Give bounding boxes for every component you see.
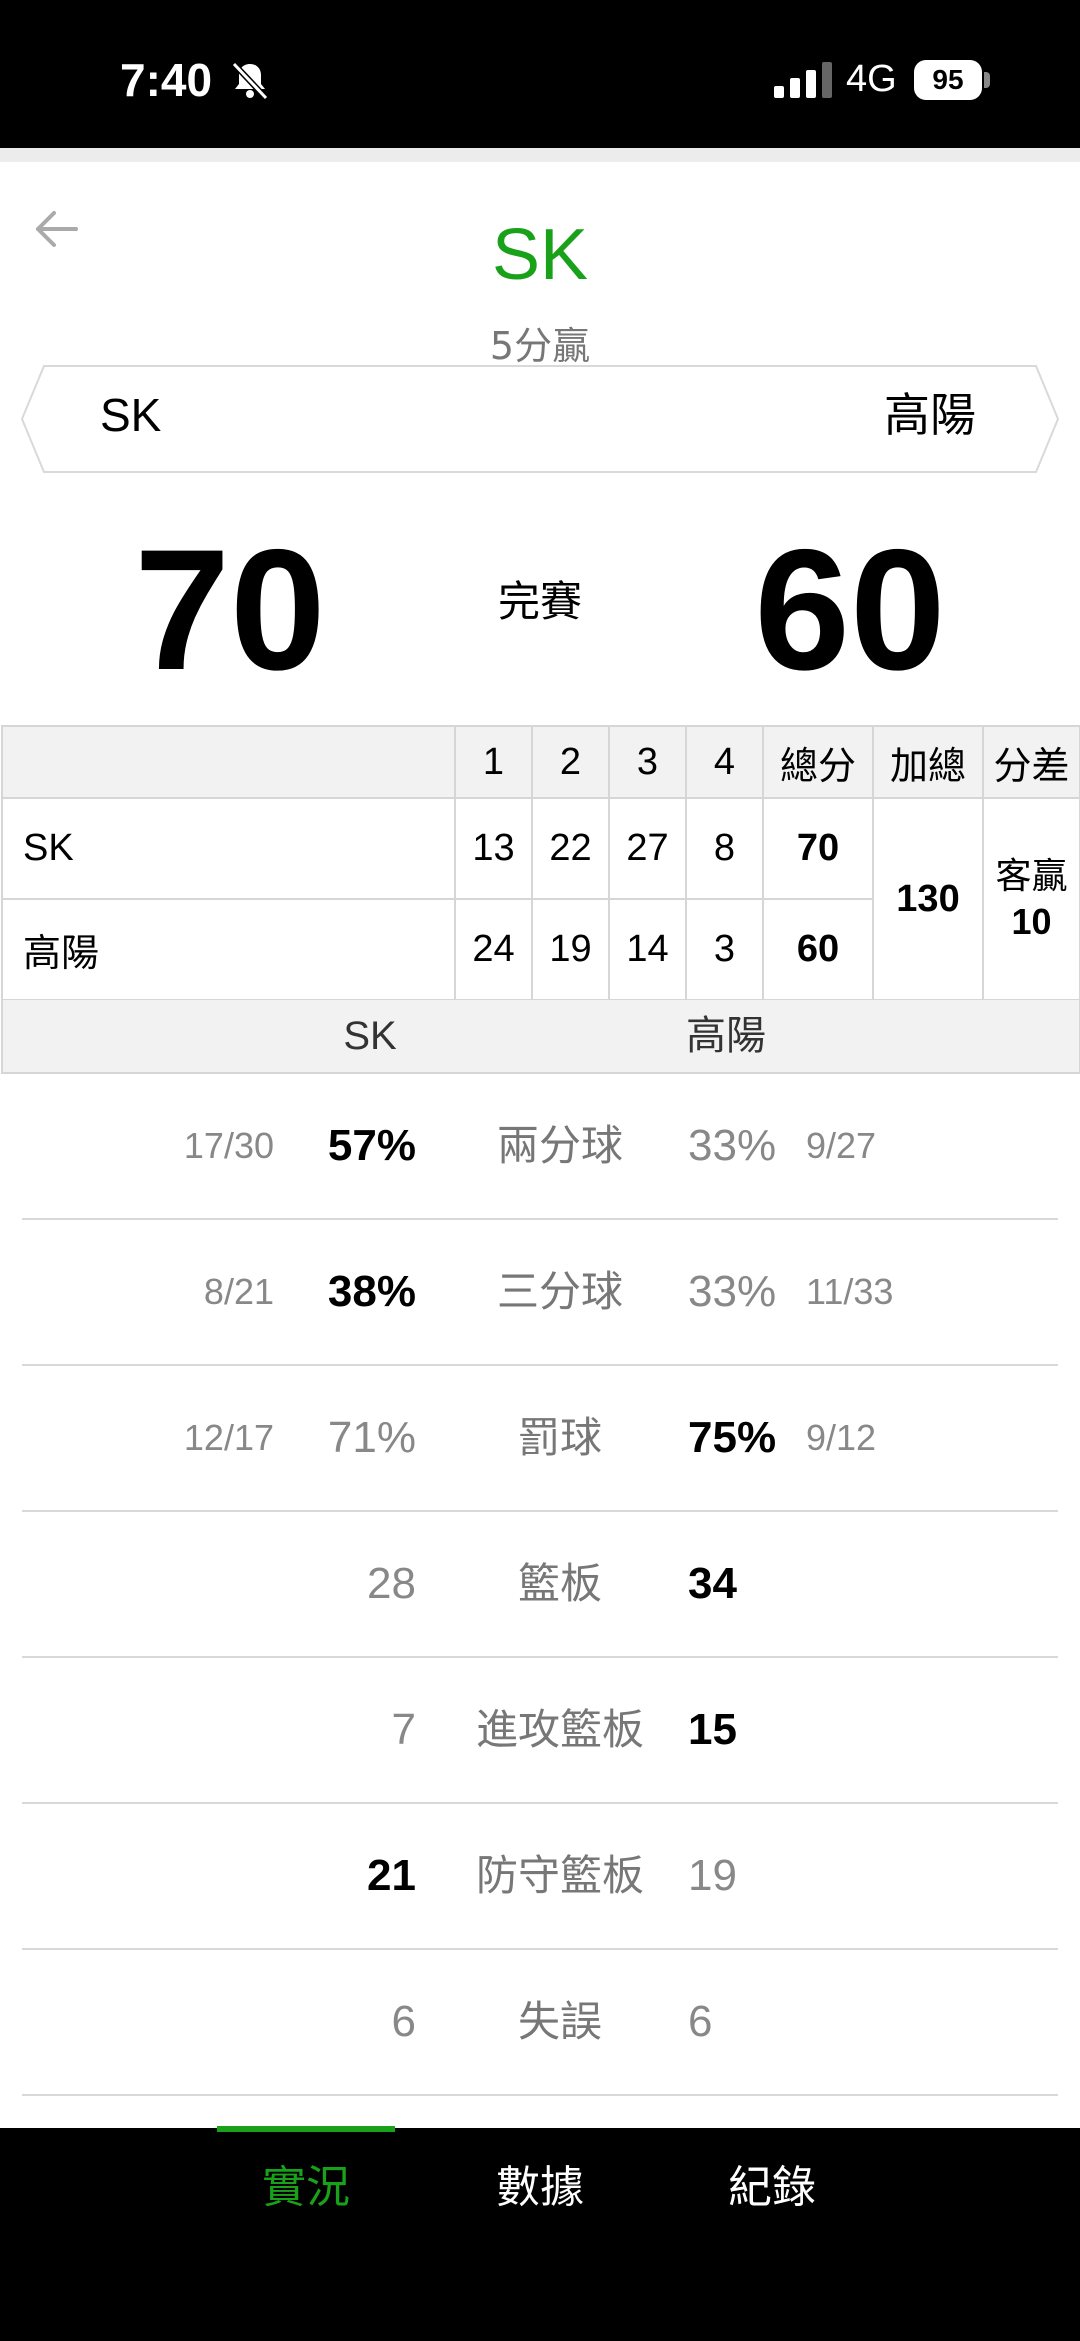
page-title: SK — [491, 215, 589, 295]
home-value: 71% — [327, 1413, 416, 1462]
away-value: 33% — [688, 1267, 777, 1316]
header-q1: 1 — [454, 725, 533, 799]
stat-row: 12/17 71% 罰球 75% 9/12 — [22, 1366, 1058, 1512]
stat-row: 28 籃板 34 — [22, 1512, 1058, 1658]
home-value: 21 — [367, 1851, 416, 1900]
quarter-score: 14 — [608, 898, 687, 1001]
home-fraction: 12/17 — [183, 1417, 274, 1458]
network-type: 4G — [846, 58, 897, 100]
matchup-home-team[interactable]: SK — [100, 384, 161, 446]
stats-away-team: 高陽 — [686, 1013, 766, 1059]
total-score: 70 — [762, 797, 874, 900]
home-value: 28 — [367, 1559, 416, 1608]
stat-label: 進攻籃板 — [475, 1705, 644, 1754]
team-name: 高陽 — [1, 898, 456, 1001]
stat-label: 三分球 — [496, 1267, 623, 1316]
stat-row: 17/30 57% 兩分球 33% 9/27 — [22, 1074, 1058, 1220]
stats-home-team: SK — [343, 1014, 397, 1058]
away-value: 34 — [688, 1559, 737, 1608]
diff-cell: 客贏 10 — [982, 797, 1080, 1001]
quarter-score: 13 — [454, 797, 533, 900]
away-fraction: 9/27 — [806, 1125, 877, 1166]
status-time: 7:40 — [120, 54, 213, 106]
away-value: 19 — [688, 1851, 737, 1900]
tab-live[interactable]: 實況 — [206, 2158, 406, 2218]
battery-icon: 95 — [914, 60, 982, 100]
home-score: 70 — [134, 514, 326, 706]
away-value: 33% — [688, 1121, 777, 1170]
home-fraction: 8/21 — [203, 1271, 274, 1312]
header-q4: 4 — [685, 725, 764, 799]
away-fraction: 9/12 — [806, 1417, 877, 1458]
away-value: 6 — [688, 1997, 713, 2046]
stat-label: 兩分球 — [496, 1121, 623, 1170]
quarter-score: 22 — [531, 797, 610, 900]
away-value: 75% — [688, 1413, 777, 1462]
stats-team-header — [1, 1000, 1080, 1074]
stat-label: 籃板 — [517, 1559, 602, 1608]
away-fraction: 11/33 — [806, 1271, 894, 1312]
game-status: 完賽 — [497, 577, 582, 626]
home-value: 38% — [327, 1267, 416, 1316]
box-score-table: 1 2 3 4 總分 加總 分差 SK 13 22 27 8 70 130 客贏… — [1, 725, 1080, 1001]
sum-score: 130 — [872, 797, 984, 1001]
quarter-score: 8 — [685, 797, 764, 900]
diff-value: 10 — [1011, 901, 1052, 942]
stat-row: 6 失誤 6 — [22, 1950, 1058, 2096]
away-value: 15 — [688, 1705, 737, 1754]
quarter-score: 27 — [608, 797, 687, 900]
header-sum: 加總 — [872, 725, 984, 799]
battery-tip — [984, 72, 990, 88]
total-score: 60 — [762, 898, 874, 1001]
quarter-score: 3 — [685, 898, 764, 1001]
stat-label: 罰球 — [517, 1413, 602, 1462]
away-score: 60 — [754, 514, 946, 706]
header-q3: 3 — [608, 725, 687, 799]
diff-label: 客贏 — [995, 855, 1068, 896]
stat-row: 21 防守籃板 19 — [22, 1804, 1058, 1950]
header-diff: 分差 — [982, 725, 1080, 799]
header-team-cell — [1, 725, 456, 799]
box-score-header: 1 2 3 4 總分 加總 分差 — [1, 725, 1080, 799]
stat-label: 防守籃板 — [475, 1851, 644, 1900]
result-subtitle: 5分贏 — [489, 324, 591, 368]
tab-stats[interactable]: 數據 — [440, 2158, 640, 2218]
table-row: SK 13 22 27 8 70 130 客贏 10 — [1, 797, 1080, 1001]
tab-records[interactable]: 紀錄 — [672, 2158, 872, 2218]
header-total: 總分 — [762, 725, 874, 799]
stat-row: 8/21 38% 三分球 33% 11/33 — [22, 1220, 1058, 1366]
quarter-score: 19 — [531, 898, 610, 1001]
home-value: 57% — [327, 1121, 416, 1170]
active-tab-indicator — [217, 2126, 395, 2132]
stat-label: 失誤 — [517, 1997, 602, 2046]
matchup-away-team[interactable]: 高陽 — [884, 384, 976, 446]
quarter-score: 24 — [454, 898, 533, 1001]
header-q2: 2 — [531, 725, 610, 799]
signal-icon — [774, 62, 832, 98]
team-name: SK — [1, 797, 456, 900]
home-fraction: 17/30 — [183, 1125, 274, 1166]
stat-row: 7 進攻籃板 15 — [22, 1658, 1058, 1804]
header-divider — [0, 148, 1080, 162]
bell-muted-icon — [231, 61, 269, 101]
